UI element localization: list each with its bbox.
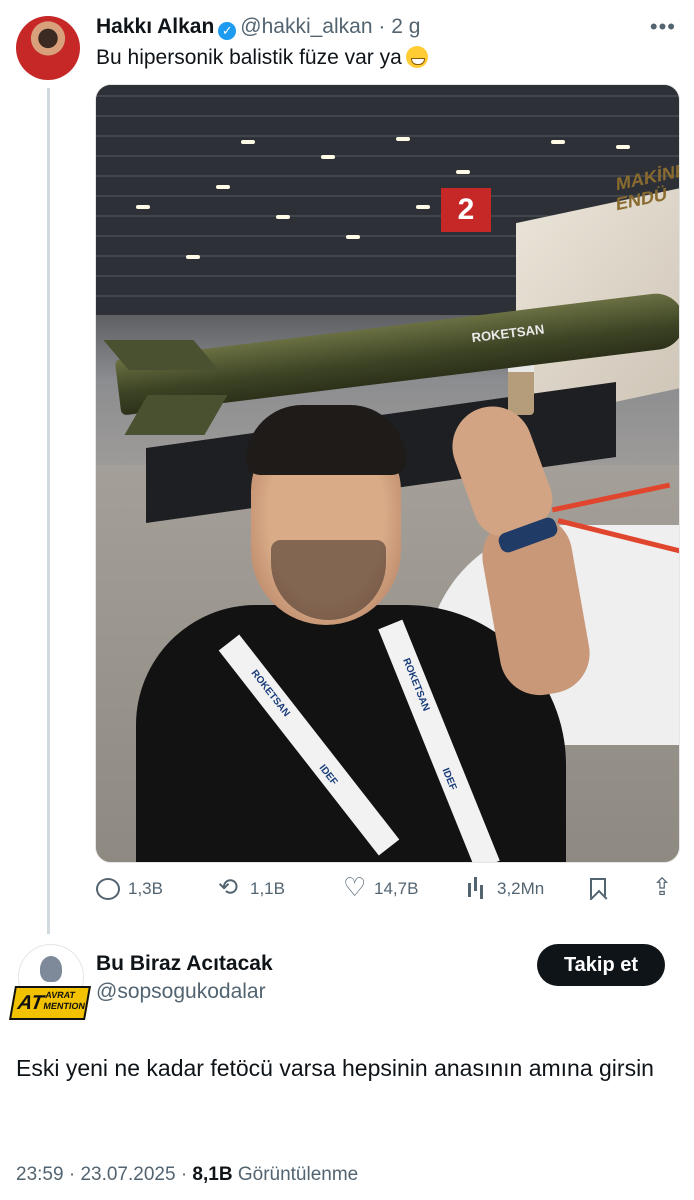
reply-date[interactable]: 23.07.2025 [80, 1164, 175, 1185]
reply-count: 1,3B [128, 879, 163, 898]
ceiling-light [416, 205, 430, 209]
meta-separator: · [68, 1164, 76, 1185]
share-button[interactable] [650, 872, 674, 906]
hall-sign: 2 [441, 188, 491, 232]
ceiling-light [396, 137, 410, 141]
ceiling-light [241, 140, 255, 144]
meta-separator: · [180, 1164, 188, 1185]
missile-label: ROKETSAN [470, 321, 546, 346]
ceiling-light [276, 215, 290, 219]
retweet-count: 1,1B [250, 879, 285, 898]
ceiling-light [616, 145, 630, 149]
tweet-text: Bu hipersonik balistik füze var ya [96, 44, 428, 72]
follow-button[interactable]: Takip et [537, 944, 665, 986]
avatar-logo-text: AT [16, 992, 46, 1014]
header-separator: · [378, 15, 386, 38]
heart-icon [342, 872, 366, 903]
views-count: 3,2Mn [497, 879, 545, 898]
like-button[interactable]: 14,7B [342, 872, 418, 906]
more-options-icon[interactable]: ••• [650, 14, 676, 40]
tweet-text-content: Bu hipersonik balistik füze var ya [96, 46, 402, 69]
author-avatar[interactable] [16, 16, 80, 80]
reply-button[interactable]: 1,3B [96, 872, 163, 906]
reply-text: Eski yeni ne kadar fetöcü varsa hepsinin… [16, 1055, 654, 1081]
avatar-logo-subtext: AVRAT MENTION [42, 990, 86, 1011]
tweet-photo[interactable]: MAKİNE ENDÜ 2 ROKETSAN ROKETSAN IDEF ROK… [95, 84, 680, 863]
avatar-logo: AT AVRAT MENTION [9, 986, 91, 1020]
reply-author-name[interactable]: Bu Biraz Acıtacak [96, 952, 273, 976]
ceiling-light [321, 155, 335, 159]
retweet-icon [218, 873, 242, 902]
like-count: 14,7B [374, 879, 419, 898]
avatar-figure [40, 956, 62, 982]
bookmark-button[interactable] [590, 872, 606, 906]
ceiling-light [216, 185, 230, 189]
reply-views-label: Görüntülenme [237, 1164, 359, 1185]
ceiling-light [136, 205, 150, 209]
bookmark-icon [590, 878, 606, 900]
reply-time[interactable]: 23:59 [16, 1164, 64, 1185]
reply-views-count: 8,1B [192, 1164, 233, 1185]
lanyard-text: IDEF [439, 766, 459, 792]
verified-badge-icon: ✓ [218, 22, 237, 40]
thread-connector-line [47, 88, 50, 934]
tweet-time-ago[interactable]: 2 g [391, 15, 420, 38]
reply-icon [96, 878, 120, 900]
man-hair [246, 405, 406, 475]
sweat-smile-emoji-icon [405, 46, 428, 68]
tweet-header: Hakkı Alkan ✓ @hakki_alkan · 2 g [96, 14, 420, 40]
reply-meta: 23:59 · 23.07.2025 · 8,1B Görüntülenme [16, 1164, 358, 1186]
author-handle[interactable]: @hakki_alkan [240, 15, 372, 38]
reply-author-avatar[interactable]: AT AVRAT MENTION [9, 944, 91, 1020]
ceiling-light [456, 170, 470, 174]
tweet-action-bar: 1,3B 1,1B 14,7B 3,2Mn [96, 872, 676, 906]
author-name[interactable]: Hakkı Alkan [96, 15, 214, 38]
ceiling-light [346, 235, 360, 239]
retweet-button[interactable]: 1,1B [218, 872, 285, 906]
share-icon [650, 873, 674, 902]
reply-author-handle[interactable]: @sopsogukodalar [96, 980, 266, 1004]
views-bar-chart-icon [465, 877, 489, 901]
ceiling-light [551, 140, 565, 144]
views-button[interactable]: 3,2Mn [465, 872, 544, 906]
ceiling-light [186, 255, 200, 259]
